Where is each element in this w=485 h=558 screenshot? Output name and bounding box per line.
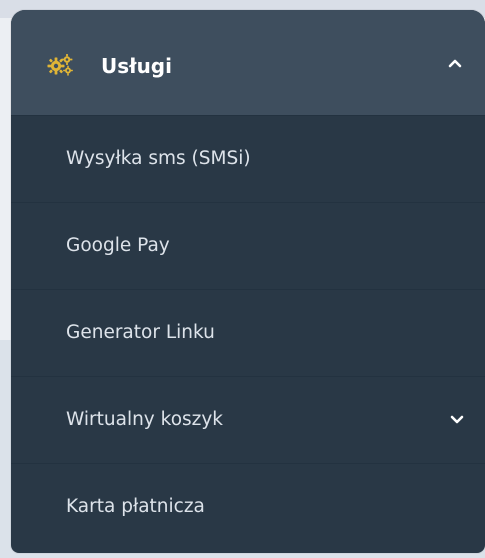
chevron-down-icon[interactable]	[449, 413, 465, 427]
menu-item-link-generator[interactable]: Generator Linku	[11, 289, 485, 376]
menu-item-label: Google Pay	[66, 235, 170, 256]
services-menu-header[interactable]: Usługi	[11, 10, 485, 115]
gears-icon	[47, 54, 73, 76]
services-menu-title: Usługi	[101, 54, 172, 78]
menu-item-label: Karta płatnicza	[66, 496, 205, 517]
chevron-up-icon[interactable]	[447, 56, 463, 70]
menu-item-virtual-cart[interactable]: Wirtualny koszyk	[11, 376, 485, 463]
services-menu: Usługi Wysyłka sms (SMSi) Google Pay Gen…	[11, 10, 485, 553]
menu-item-label: Wysyłka sms (SMSi)	[66, 148, 251, 169]
menu-item-payment-card[interactable]: Karta płatnicza	[11, 463, 485, 550]
menu-item-label: Generator Linku	[66, 322, 215, 343]
menu-item-sms[interactable]: Wysyłka sms (SMSi)	[11, 115, 485, 202]
menu-item-label: Wirtualny koszyk	[66, 409, 224, 430]
menu-item-google-pay[interactable]: Google Pay	[11, 202, 485, 289]
